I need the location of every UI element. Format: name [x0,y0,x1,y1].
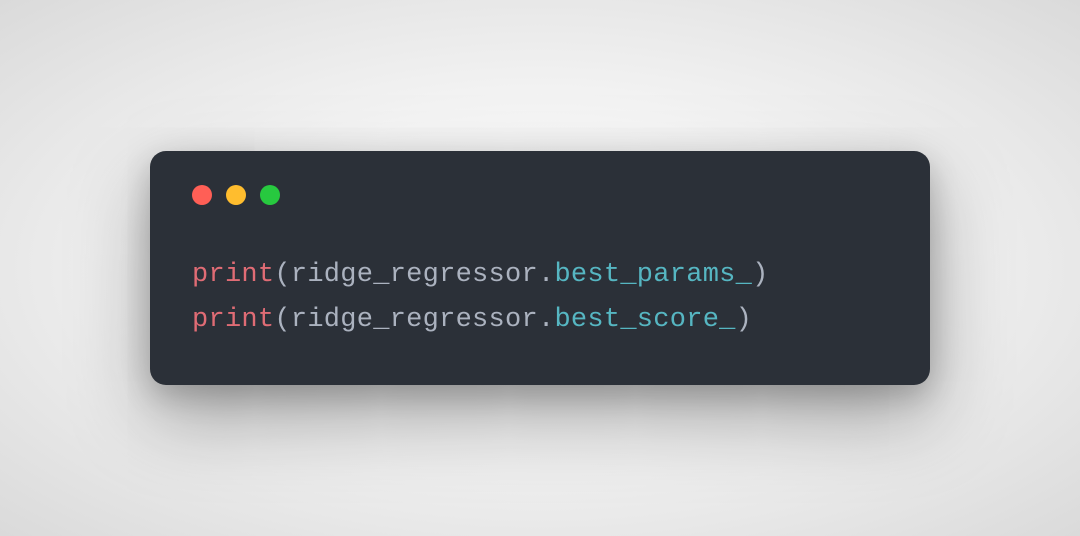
close-paren: ) [736,305,752,335]
code-line: print(ridge_regressor.best_params_) [192,253,888,298]
open-paren: ( [274,260,290,290]
property: best_score_ [554,305,735,335]
open-paren: ( [274,305,290,335]
window-titlebar [192,181,888,205]
code-block: print(ridge_regressor.best_params_)print… [192,253,888,342]
minimize-icon[interactable] [226,185,246,205]
function-call: print [192,305,274,335]
code-window: print(ridge_regressor.best_params_)print… [150,151,930,384]
dot-operator: . [538,260,554,290]
function-call: print [192,260,274,290]
property: best_params_ [554,260,752,290]
close-paren: ) [752,260,768,290]
zoom-icon[interactable] [260,185,280,205]
code-line: print(ridge_regressor.best_score_) [192,298,888,343]
variable: ridge_regressor [291,260,538,290]
close-icon[interactable] [192,185,212,205]
variable: ridge_regressor [291,305,538,335]
dot-operator: . [538,305,554,335]
